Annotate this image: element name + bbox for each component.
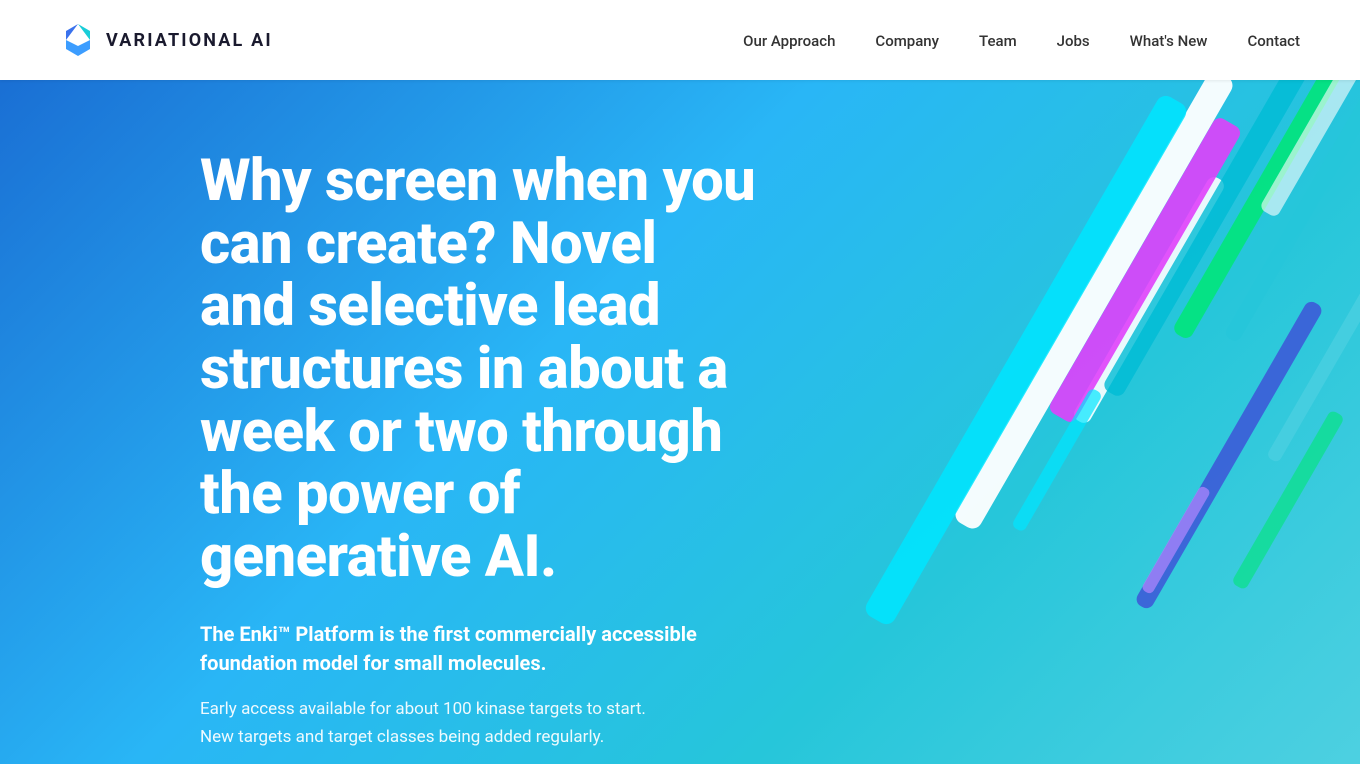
nav-item-contact[interactable]: Contact [1247, 31, 1300, 50]
hero-section: Why screen when you can create? Novel an… [0, 80, 1360, 764]
nav-item-team[interactable]: Team [979, 31, 1017, 50]
nav-item-jobs[interactable]: Jobs [1057, 31, 1090, 50]
nav-link-team[interactable]: Team [979, 32, 1017, 50]
nav-link-contact[interactable]: Contact [1247, 32, 1300, 50]
logo-icon [60, 22, 96, 58]
hero-subheadline: The Enki™ Platform is the first commerci… [200, 620, 760, 678]
nav-link-our-approach[interactable]: Our Approach [743, 32, 835, 50]
nav-link-jobs[interactable]: Jobs [1057, 32, 1090, 50]
navbar: VARIATIONAL AI Our Approach Company Team… [0, 0, 1360, 80]
logo-text: VARIATIONAL AI [106, 30, 273, 51]
nav-link-company[interactable]: Company [875, 32, 939, 50]
hero-headline: Why screen when you can create? Novel an… [200, 150, 760, 588]
nav-links: Our Approach Company Team Jobs What's Ne… [743, 31, 1300, 50]
nav-item-our-approach[interactable]: Our Approach [743, 31, 835, 50]
hero-body: Early access available for about 100 kin… [200, 696, 760, 750]
hero-content: Why screen when you can create? Novel an… [0, 80, 760, 764]
nav-link-whats-new[interactable]: What's New [1130, 32, 1208, 50]
logo[interactable]: VARIATIONAL AI [60, 22, 273, 58]
hero-decoration [660, 80, 1360, 764]
nav-item-company[interactable]: Company [875, 31, 939, 50]
nav-item-whats-new[interactable]: What's New [1130, 31, 1208, 50]
